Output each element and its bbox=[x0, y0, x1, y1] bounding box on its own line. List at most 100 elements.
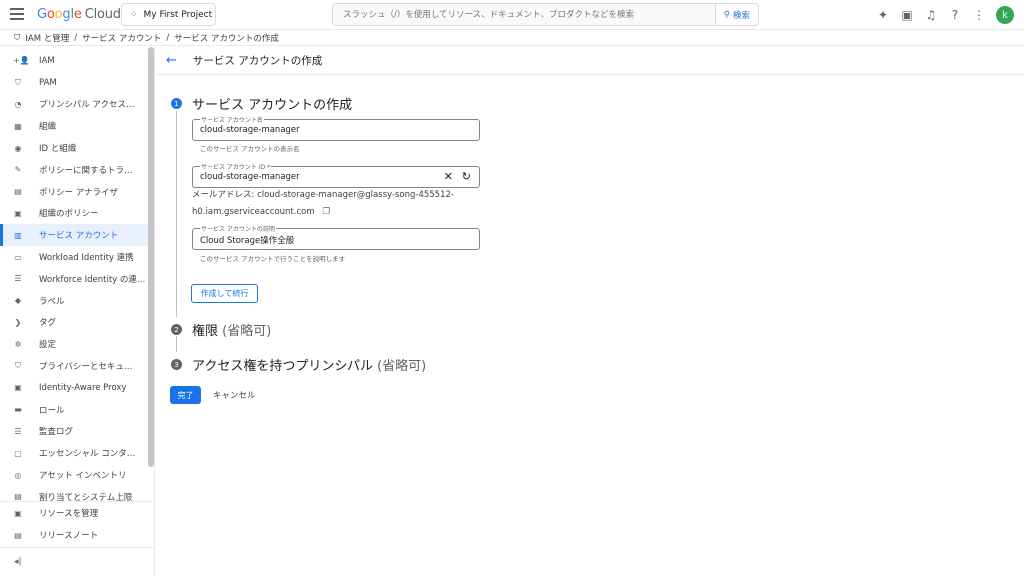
sidebar-item-icon: ☰ bbox=[14, 274, 22, 284]
sidebar-item[interactable]: ▦ 組織 bbox=[0, 115, 148, 137]
sidebar-item[interactable]: ✎ ポリシーに関するトラ… bbox=[0, 159, 148, 181]
project-name: My First Project bbox=[143, 9, 213, 20]
sidebar-item[interactable]: ▣ 組織のポリシー bbox=[0, 203, 148, 225]
cancel-button[interactable]: キャンセル bbox=[213, 389, 256, 401]
sidebar-item[interactable]: ☰ 監査ログ bbox=[0, 421, 148, 443]
sidebar-item[interactable]: ▤ ポリシー アナライザ bbox=[0, 181, 148, 203]
gemini-icon[interactable]: ✦ bbox=[876, 8, 890, 22]
sidebar-item-label: リリースノート bbox=[39, 531, 99, 541]
service-account-id-field[interactable]: サービス アカウント ID * cloud-storage-manager ✕ … bbox=[192, 162, 480, 188]
refresh-icon[interactable]: ↻ bbox=[462, 170, 471, 183]
step-connector bbox=[176, 111, 177, 317]
help-icon[interactable]: ? bbox=[948, 8, 962, 22]
sidebar-item[interactable]: ⛉ PAM bbox=[0, 72, 148, 94]
sidebar-item[interactable]: ◆ ラベル bbox=[0, 290, 148, 312]
email-line-1: メールアドレス: cloud-storage-manager@glassy-so… bbox=[192, 190, 454, 200]
sidebar-item-label: タグ bbox=[39, 318, 57, 329]
sidebar-item-icon: +👤 bbox=[13, 56, 30, 66]
sidebar-item[interactable]: ◎ アセット インベントリ bbox=[0, 464, 148, 486]
sidebar-item-label: プリンシパル アクセス… bbox=[39, 100, 135, 111]
breadcrumb-service-accounts[interactable]: サービス アカウント bbox=[82, 32, 161, 44]
sidebar-item-label: 組織 bbox=[39, 122, 57, 133]
sidebar-item-icon: ▬ bbox=[14, 405, 22, 415]
step-2-title[interactable]: 権限 (省略可) bbox=[192, 320, 271, 339]
sidebar-item-icon: ▣ bbox=[14, 383, 22, 393]
sidebar-item-icon: ✲ bbox=[14, 339, 22, 349]
sidebar-item-icon: ◉ bbox=[14, 143, 22, 153]
project-icon: ⁘ bbox=[130, 9, 138, 20]
sidebar-item-icon: ◎ bbox=[14, 470, 22, 480]
project-picker[interactable]: ⁘ My First Project bbox=[121, 3, 216, 26]
avatar[interactable]: k bbox=[996, 6, 1014, 24]
sidebar-item-label: アセット インベントリ bbox=[39, 471, 127, 482]
sidebar-item-label: 組織のポリシー bbox=[39, 209, 99, 220]
sidebar-item-icon: ▣ bbox=[14, 508, 22, 518]
sidebar-items: +👤 IAM ⛉ PAM ◔ プリンシパル アクセス… ▦ 組織 ◉ ID と組織 ✎ ポリシーに関す… bbox=[0, 50, 148, 508]
menu-icon[interactable] bbox=[10, 8, 24, 20]
sidebar-item-icon: ▥ bbox=[14, 230, 22, 240]
sidebar-item-icon: ◆ bbox=[14, 296, 22, 306]
breadcrumb-current: サービス アカウントの作成 bbox=[174, 33, 279, 44]
breadcrumb: ⛉ IAM と管理 / サービス アカウント / サービス アカウントの作成 bbox=[0, 30, 1024, 46]
sidebar-item[interactable]: ❯ タグ bbox=[0, 312, 148, 334]
cloud-shell-icon[interactable]: ▣ bbox=[900, 8, 914, 22]
sidebar-item[interactable]: +👤 IAM bbox=[0, 50, 148, 72]
sidebar-item-icon: ▦ bbox=[14, 121, 22, 131]
done-button[interactable]: 完了 bbox=[170, 386, 201, 404]
sidebar-item-label: ロール bbox=[39, 405, 65, 416]
sidebar-item-label: ポリシー アナライザ bbox=[39, 187, 119, 198]
email-line-2: h0.iam.gserviceaccount.com ❐ bbox=[192, 207, 330, 217]
sidebar-item[interactable]: ◔ プリンシパル アクセス… bbox=[0, 94, 148, 116]
search-button[interactable]: ⚲ 検索 bbox=[714, 4, 758, 25]
sidebar-item-label: Workforce Identity の連… bbox=[39, 274, 146, 285]
sidebar-item[interactable]: ☰ Workforce Identity の連… bbox=[0, 268, 148, 290]
page-header: ← サービス アカウントの作成 bbox=[156, 47, 1024, 75]
google-cloud-logo[interactable]: Google Cloud bbox=[37, 7, 121, 22]
search-bar: ⚲ 検索 bbox=[332, 3, 759, 26]
sidebar-item-icon: ▤ bbox=[14, 530, 22, 540]
description-field[interactable]: サービス アカウントの説明 Cloud Storage操作全般 bbox=[192, 224, 480, 250]
collapse-sidebar-icon[interactable]: ◂| bbox=[0, 547, 154, 575]
clear-icon[interactable]: ✕ bbox=[444, 170, 453, 183]
sidebar-item[interactable]: ▣ Identity-Aware Proxy bbox=[0, 377, 148, 399]
service-account-name-field[interactable]: サービス アカウント名 cloud-storage-manager bbox=[192, 115, 480, 141]
create-and-continue-button[interactable]: 作成して続行 bbox=[191, 284, 258, 303]
sidebar-item[interactable]: ◉ ID と組織 bbox=[0, 137, 148, 159]
sidebar-item[interactable]: ▢ エッセンシャル コンタ… bbox=[0, 442, 148, 464]
sidebar-item-label: プライバシーとセキュ… bbox=[39, 362, 133, 373]
description-hint: このサービス アカウントで行うことを説明します bbox=[200, 255, 346, 263]
main-content: ← サービス アカウントの作成 1 サービス アカウントの作成 サービス アカウ… bbox=[156, 47, 1024, 576]
sidebar-scrollbar[interactable] bbox=[148, 47, 154, 467]
breadcrumb-iam[interactable]: IAM と管理 bbox=[25, 32, 69, 44]
sidebar-item-icon: ▭ bbox=[14, 252, 22, 262]
notifications-icon[interactable]: ♫ bbox=[924, 8, 938, 22]
sidebar-item[interactable]: ⛉ プライバシーとセキュ… bbox=[0, 355, 148, 377]
sidebar-item-label: ポリシーに関するトラ… bbox=[39, 165, 133, 176]
step-3-badge: 3 bbox=[171, 359, 182, 370]
sidebar-item-label: Workload Identity 連携 bbox=[39, 253, 134, 264]
sidebar-bottom-item[interactable]: ▤ リリースノート bbox=[0, 524, 154, 546]
sidebar-bottom-item[interactable]: ▣ リソースを管理 bbox=[0, 502, 154, 524]
sidebar-item-icon: ❯ bbox=[14, 317, 22, 327]
step-connector bbox=[176, 336, 177, 352]
sidebar-item-label: ID と組織 bbox=[39, 144, 77, 155]
name-hint: このサービス アカウントの表示名 bbox=[200, 145, 300, 153]
more-vert-icon[interactable]: ⋮ bbox=[972, 8, 986, 22]
search-input[interactable] bbox=[333, 4, 715, 25]
sidebar-item-icon: ▣ bbox=[14, 208, 22, 218]
back-arrow-icon[interactable]: ← bbox=[166, 53, 177, 68]
step-1-title: サービス アカウントの作成 bbox=[192, 98, 353, 113]
sidebar-item-label: エッセンシャル コンタ… bbox=[39, 449, 136, 460]
sidebar-item[interactable]: ✲ 設定 bbox=[0, 333, 148, 355]
sidebar-item[interactable]: ▥ サービス アカウント bbox=[0, 224, 148, 247]
step-3-title[interactable]: アクセス権を持つプリンシパル (省略可) bbox=[192, 355, 426, 374]
copy-icon[interactable]: ❐ bbox=[322, 207, 330, 217]
sidebar-item-label: IAM bbox=[39, 55, 55, 66]
sidebar-item[interactable]: ▭ Workload Identity 連携 bbox=[0, 246, 148, 268]
step-2-badge: 2 bbox=[171, 324, 182, 335]
sidebar-item-icon: ◔ bbox=[14, 99, 22, 109]
iam-icon: ⛉ bbox=[14, 32, 21, 43]
sidebar-item[interactable]: ▬ ロール bbox=[0, 399, 148, 421]
sidebar-item-icon: ▢ bbox=[14, 448, 22, 458]
page-title: サービス アカウントの作成 bbox=[192, 55, 323, 67]
